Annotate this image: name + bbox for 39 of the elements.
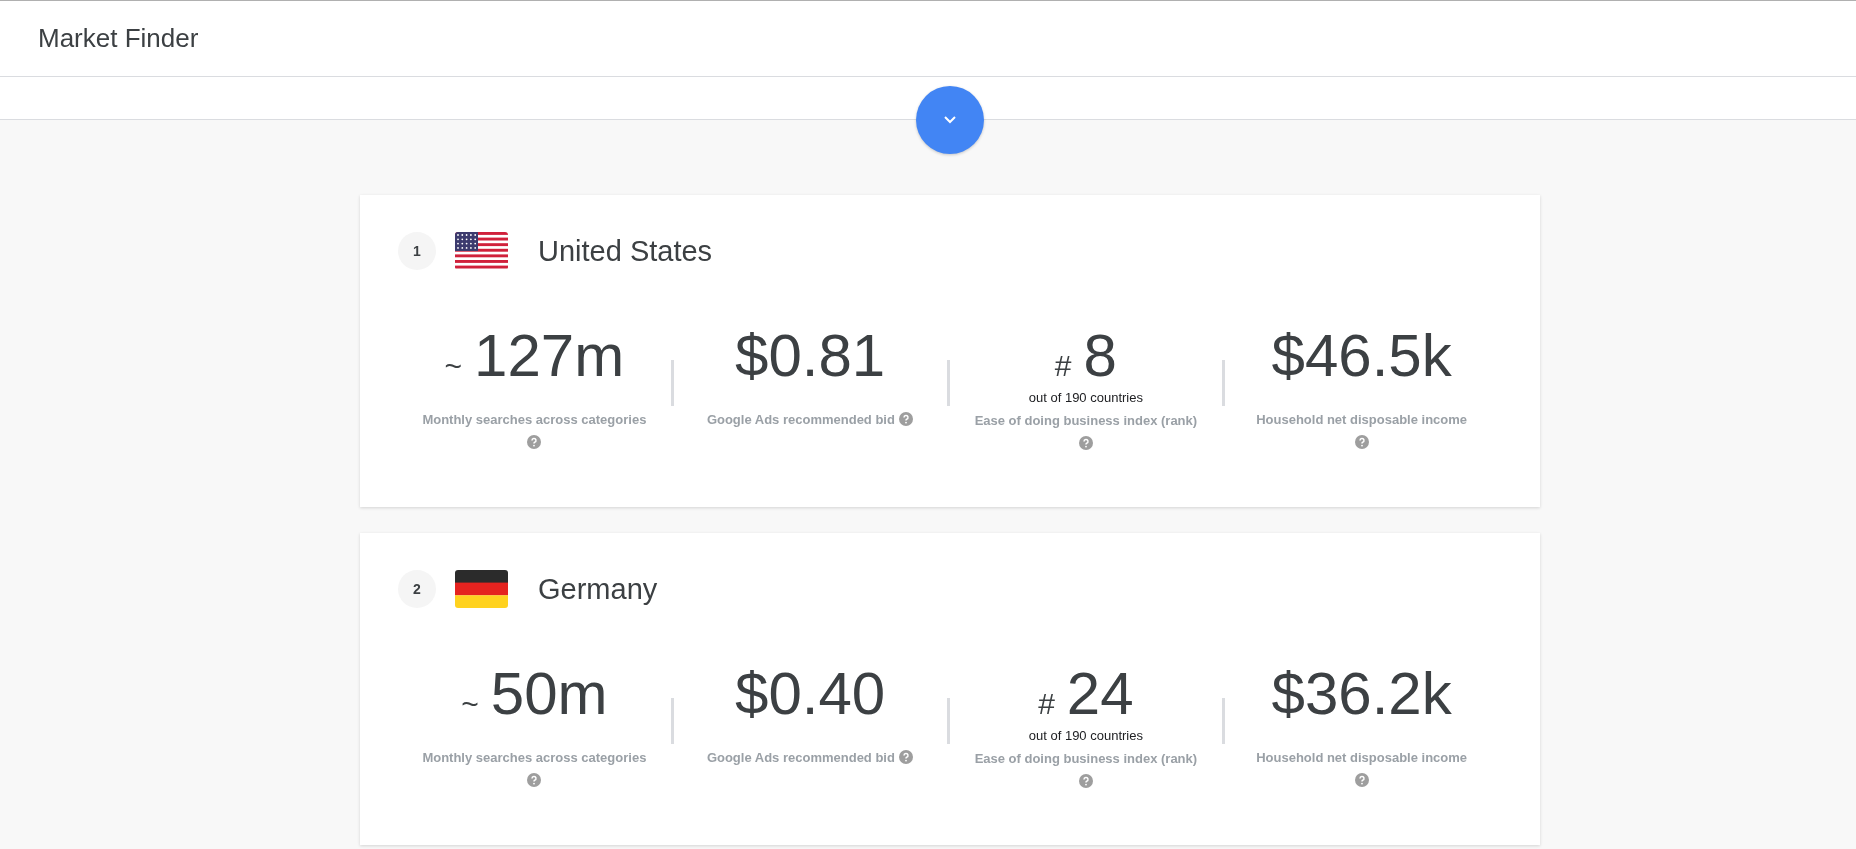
- metric-value: $0.40: [735, 659, 886, 729]
- metric-label: Ease of doing business index (rank): [974, 413, 1198, 428]
- metric-label: Household net disposable income: [1256, 412, 1468, 427]
- expand-button[interactable]: [916, 86, 984, 154]
- metric-label: Google Ads recommended bid: [706, 750, 895, 765]
- country-name: Germany: [538, 572, 658, 606]
- metric-label: Ease of doing business index (rank): [974, 751, 1198, 766]
- metric-label: Monthly searches across categories: [422, 412, 647, 427]
- help-icon[interactable]: [1354, 773, 1369, 787]
- rank-badge: 2: [398, 570, 436, 608]
- chevron-down-icon: [943, 115, 957, 125]
- metric-prefix: ~: [461, 687, 479, 721]
- striped-flag-icon: [455, 232, 508, 270]
- help-icon[interactable]: [1354, 435, 1369, 449]
- metric-label: Monthly searches across categories: [422, 750, 647, 765]
- help-icon[interactable]: [1078, 436, 1093, 450]
- metric-value: 127m: [474, 321, 625, 391]
- metric-value: 8: [1083, 321, 1117, 391]
- help-icon[interactable]: [527, 435, 542, 449]
- metric-label: Google Ads recommended bid: [706, 412, 895, 427]
- metric-value: $36.2k: [1271, 659, 1452, 729]
- metric-prefix: #: [1054, 349, 1072, 383]
- country-name: United States: [538, 234, 713, 268]
- metric-value: $46.5k: [1271, 321, 1452, 391]
- metric-label: Household net disposable income: [1256, 750, 1468, 765]
- metric-note: out of 190 countries: [1028, 728, 1143, 743]
- metric-value: $0.81: [735, 321, 886, 391]
- help-icon[interactable]: [899, 750, 914, 764]
- metric-prefix: ~: [444, 349, 463, 383]
- app-title: Market Finder: [38, 23, 199, 54]
- metric-note: out of 190 countries: [1028, 390, 1143, 405]
- rank-badge: 1: [398, 232, 436, 270]
- metric-value: 24: [1066, 659, 1134, 729]
- help-icon[interactable]: [527, 773, 542, 787]
- help-icon[interactable]: [899, 412, 914, 426]
- help-icon[interactable]: [1078, 774, 1093, 788]
- tricolor-flag-icon: [455, 570, 508, 608]
- metric-prefix: #: [1038, 687, 1055, 721]
- metric-value: 50m: [490, 659, 608, 729]
